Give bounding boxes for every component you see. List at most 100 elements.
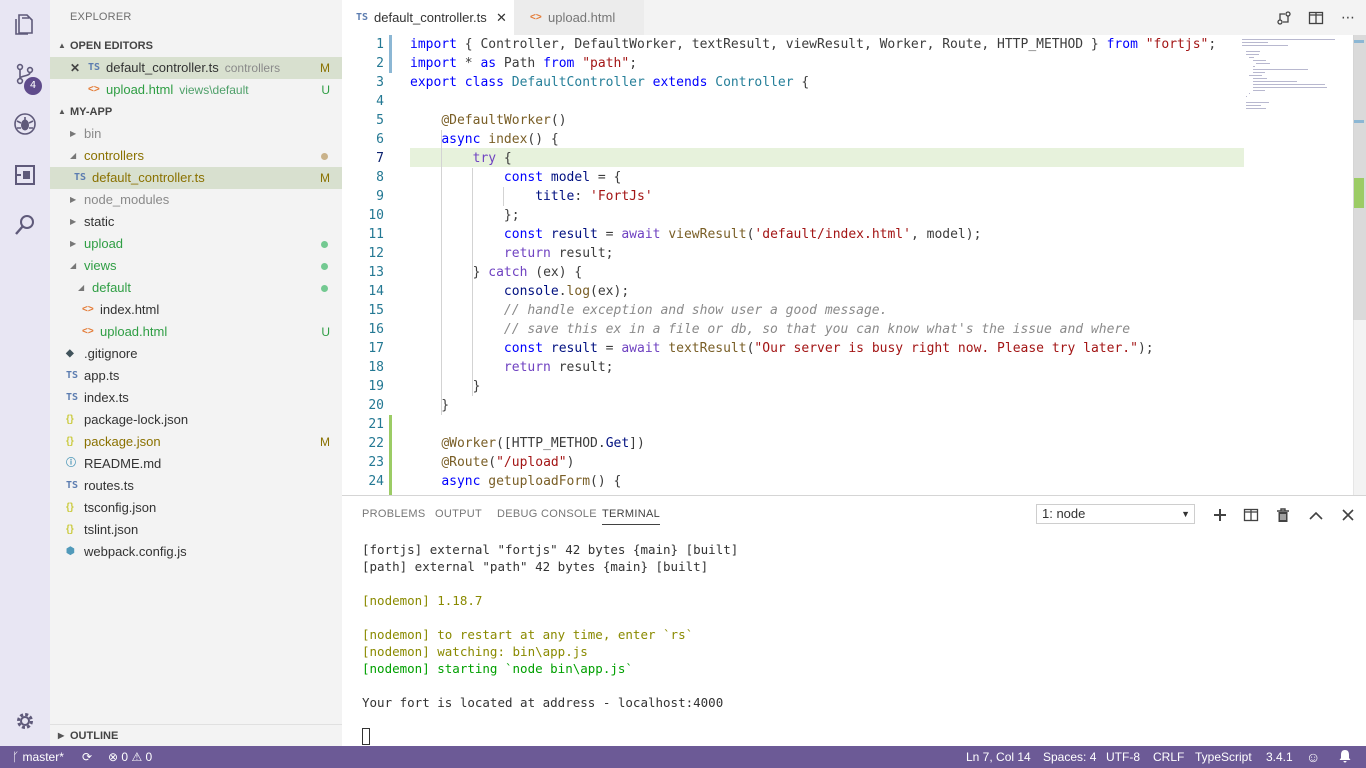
tree-file[interactable]: TS default_controller.ts M	[50, 167, 342, 189]
close-icon[interactable]: ✕	[496, 0, 507, 35]
feedback-smiley-icon[interactable]: ☺	[1306, 746, 1320, 768]
line-number: 12	[368, 246, 384, 261]
gear-icon[interactable]	[0, 697, 50, 745]
tree-folder[interactable]: ▶ bin	[50, 123, 342, 145]
code-text: async getuploadForm() {	[441, 474, 622, 489]
tree-file[interactable]: {} tslint.json	[50, 519, 342, 541]
split-editor-icon[interactable]	[1306, 8, 1326, 28]
end-of-line[interactable]: CRLF	[1153, 746, 1184, 768]
code-line[interactable]: 6 async index() {	[342, 130, 1244, 149]
branch-item[interactable]: ᚴ master*	[12, 746, 64, 768]
close-icon[interactable]: ✕	[70, 57, 80, 79]
tab-terminal[interactable]: TERMINAL	[602, 508, 661, 525]
tab-problems[interactable]: PROBLEMS	[362, 508, 426, 520]
tree-file[interactable]: <> upload.html U	[50, 321, 342, 343]
code-line[interactable]: 10 };	[342, 206, 1244, 225]
terminal-select[interactable]: 1: node ▼	[1036, 504, 1195, 524]
tree-file[interactable]: TS routes.ts	[50, 475, 342, 497]
sync-icon[interactable]: ⟳	[82, 746, 92, 768]
code-line[interactable]: 7 try {	[342, 149, 1244, 168]
code-line[interactable]: 24 async getuploadForm() {	[342, 472, 1244, 491]
code-line[interactable]: 9 title: 'FortJs'	[342, 187, 1244, 206]
code-line[interactable]: 13 } catch (ex) {	[342, 263, 1244, 282]
tree-item-label: tsconfig.json	[84, 500, 157, 515]
code-line[interactable]: 12 return result;	[342, 244, 1244, 263]
line-number: 21	[368, 417, 384, 432]
typescript-file-icon: TS	[66, 480, 79, 491]
tree-file[interactable]: {} package.json M	[50, 431, 342, 453]
code-text: console.log(ex);	[503, 284, 630, 299]
tab-output[interactable]: OUTPUT	[435, 508, 482, 520]
open-editor-item[interactable]: ✕ TS default_controller.ts controllers M	[50, 57, 342, 79]
tree-file[interactable]: ⬢ webpack.config.js	[50, 541, 342, 563]
code-line[interactable]: 4	[342, 92, 1244, 111]
code-line[interactable]: 2 import * as Path from "path";	[342, 54, 1244, 73]
open-editor-item[interactable]: <> upload.html views\default U	[50, 79, 342, 101]
code-line[interactable]: 16 // save this ex in a file or db, so t…	[342, 320, 1244, 339]
problems-item[interactable]: ⊗ 0 ⚠ 0	[108, 746, 152, 768]
code-line[interactable]: 19 }	[342, 377, 1244, 396]
code-text: return result;	[503, 360, 614, 375]
code-text: export class DefaultController extends C…	[410, 75, 810, 90]
language-mode[interactable]: TypeScript	[1195, 746, 1252, 768]
more-actions-icon[interactable]: ⋯	[1338, 8, 1358, 28]
code-line[interactable]: 17 const result = await textResult("Our …	[342, 339, 1244, 358]
source-control-icon[interactable]: 4	[0, 50, 50, 98]
maximize-panel-icon[interactable]	[1306, 505, 1326, 525]
minimap[interactable]	[1242, 35, 1352, 125]
tab-default-controller[interactable]: TS default_controller.ts ✕	[342, 0, 514, 35]
code-line[interactable]: 14 console.log(ex);	[342, 282, 1244, 301]
tree-folder[interactable]: ◢ views	[50, 255, 342, 277]
code-line[interactable]: 18 return result;	[342, 358, 1244, 377]
code-line[interactable]: 15 // handle exception and show user a g…	[342, 301, 1244, 320]
tab-debug-console[interactable]: DEBUG CONSOLE	[497, 508, 597, 520]
tree-folder[interactable]: ▶ node_modules	[50, 189, 342, 211]
tree-file[interactable]: {} package-lock.json	[50, 409, 342, 431]
open-changes-icon[interactable]	[1274, 8, 1294, 28]
typescript-version[interactable]: 3.4.1	[1266, 746, 1293, 768]
code-line[interactable]: 3 export class DefaultController extends …	[342, 73, 1244, 92]
close-panel-icon[interactable]	[1338, 505, 1358, 525]
split-terminal-icon[interactable]	[1241, 505, 1261, 525]
tree-folder[interactable]: ◢ default	[50, 277, 342, 299]
code-line[interactable]: 21	[342, 415, 1244, 434]
tree-file[interactable]: {} tsconfig.json	[50, 497, 342, 519]
code-line[interactable]: 1 import { Controller, DefaultWorker, tex…	[342, 35, 1244, 54]
trash-icon[interactable]	[1273, 505, 1293, 525]
code-line[interactable]: 22 @Worker([HTTP_METHOD.Get])	[342, 434, 1244, 453]
tree-file[interactable]: TS app.ts	[50, 365, 342, 387]
code-text: } catch (ex) {	[410, 265, 583, 280]
encoding[interactable]: UTF-8	[1106, 746, 1140, 768]
project-header[interactable]: ▲ MY-APP	[50, 101, 342, 123]
code-editor[interactable]: 1 import { Controller, DefaultWorker, tex…	[342, 35, 1366, 495]
search-icon[interactable]	[0, 201, 50, 249]
tree-folder[interactable]: ▶ upload	[50, 233, 342, 255]
debug-icon[interactable]	[0, 100, 50, 148]
code-line[interactable]: 11 const result = await viewResult('defa…	[342, 225, 1244, 244]
code-line[interactable]: 5 @DefaultWorker()	[342, 111, 1244, 130]
tree-item-label: app.ts	[84, 368, 120, 383]
terminal-line: [nodemon] starting `node bin\app.js`	[362, 661, 633, 676]
notifications-bell-icon[interactable]	[1338, 746, 1352, 768]
new-terminal-icon[interactable]	[1210, 505, 1230, 525]
open-editor-desc: controllers	[224, 61, 281, 75]
extensions-icon[interactable]	[0, 151, 50, 199]
files-icon[interactable]	[0, 0, 50, 48]
cursor-position[interactable]: Ln 7, Col 14	[966, 746, 1031, 768]
open-editors-header[interactable]: ▲ OPEN EDITORS	[50, 35, 342, 57]
project-label: MY-APP	[70, 106, 113, 118]
tree-folder[interactable]: ▶ static	[50, 211, 342, 233]
tab-upload-html[interactable]: <> upload.html	[514, 0, 644, 35]
outline-label: OUTLINE	[70, 730, 119, 742]
code-line[interactable]: 8 const model = {	[342, 168, 1244, 187]
outline-header[interactable]: ▶ OUTLINE	[50, 724, 342, 746]
tree-folder[interactable]: ◢ controllers	[50, 145, 342, 167]
tree-file[interactable]: ◆ .gitignore	[50, 343, 342, 365]
tree-file[interactable]: <> index.html	[50, 299, 342, 321]
tree-file[interactable]: TS index.ts	[50, 387, 342, 409]
code-line[interactable]: 20 }	[342, 396, 1244, 415]
indentation[interactable]: Spaces: 4	[1043, 746, 1096, 768]
open-editor-name: upload.html views\default	[106, 82, 249, 97]
tree-file[interactable]: ⓘ README.md	[50, 453, 342, 475]
code-line[interactable]: 23 @Route("/upload")	[342, 453, 1244, 472]
